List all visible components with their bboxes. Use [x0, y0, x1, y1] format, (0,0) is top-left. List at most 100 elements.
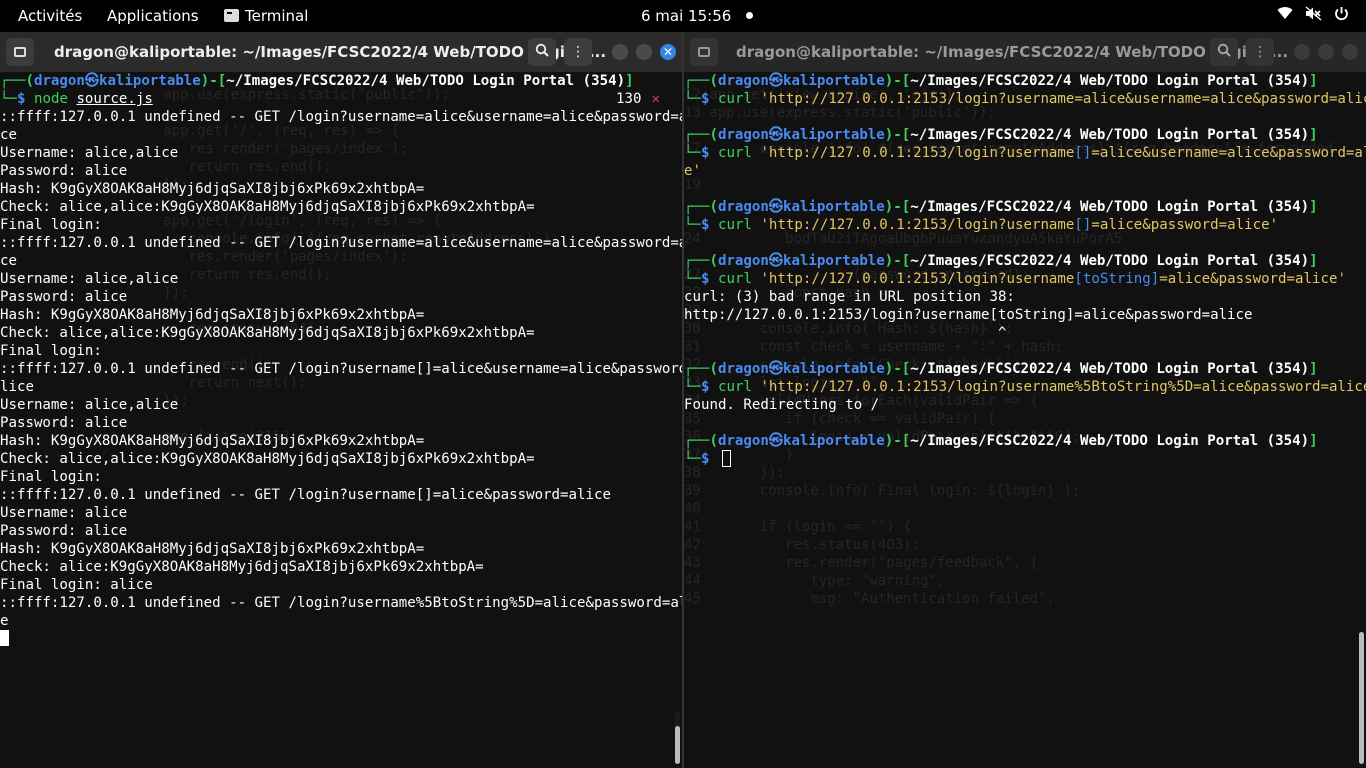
power-icon[interactable]: [1334, 6, 1349, 25]
input-line[interactable]: └─$: [684, 450, 1366, 468]
command-url-rest: =alice&password=alice': [1091, 217, 1279, 233]
terminal-app-icon: [224, 9, 239, 22]
command-line: └─$ curl 'http://127.0.0.1:2153/login?us…: [684, 271, 1346, 287]
log-line: Username: alice,alice: [0, 397, 179, 413]
new-tab-button[interactable]: [6, 38, 34, 66]
command-url: 'http://127.0.0.1:2153/login?username%5B…: [760, 379, 1366, 395]
command-arg: source.js: [76, 91, 153, 107]
log-line: Check: alice,alice:K9gGyX8OAK8aH8Myj6djq…: [0, 325, 535, 341]
volume-muted-icon[interactable]: [1305, 6, 1322, 25]
command-url-rest: =alice&password=alice': [1159, 271, 1346, 287]
kebab-menu-icon: ⋮: [1253, 44, 1267, 60]
log-line: Final login: alice: [0, 577, 153, 593]
minimize-button[interactable]: [1294, 44, 1310, 60]
log-line: Password: alice: [0, 289, 128, 305]
log-line: Password: alice: [0, 523, 128, 539]
input-line[interactable]: [0, 630, 682, 648]
log-line: Check: alice,alice:K9gGyX8OAK8aH8Myj6djq…: [0, 199, 535, 215]
prompt-line-2: └─$ node source.js 130 ✕: [0, 91, 661, 107]
window-title: dragon@kaliportable: ~/Images/FCSC2022/4…: [54, 43, 607, 61]
maximize-button[interactable]: [1318, 44, 1334, 60]
prompt-path: ~/Images/FCSC2022/4 Web/TODO Login Porta…: [910, 199, 1310, 215]
log-line: ::ffff:127.0.0.1 undefined -- GET /login…: [0, 595, 682, 611]
command-url: 'http://127.0.0.1:2153/login?username: [760, 145, 1075, 161]
exit-code: 130: [616, 91, 642, 107]
app-menu[interactable]: Terminal: [224, 7, 308, 25]
new-tab-icon: [698, 47, 710, 57]
new-tab-button[interactable]: [690, 38, 718, 66]
window-title: dragon@kaliportable: ~/Images/FCSC2022/4…: [736, 43, 1289, 61]
maximize-button[interactable]: [636, 44, 652, 60]
prompt-path: ~/Images/FCSC2022/4 Web/TODO Login Porta…: [910, 73, 1310, 89]
prompt-line-1: ┌──(dragon㉿kaliportable)-[~/Images/FCSC2…: [684, 433, 1318, 449]
server-log: ::ffff:127.0.0.1 undefined -- GET /login…: [0, 108, 682, 630]
terminal-window-left[interactable]: dragon@kaliportable: ~/Images/FCSC2022/4…: [0, 32, 682, 768]
activities-button[interactable]: Activités: [18, 7, 82, 25]
minimize-button[interactable]: [612, 44, 628, 60]
log-line: Password: alice: [0, 163, 128, 179]
prompt-line-1: ┌──(dragon㉿kaliportable)-[~/Images/FCSC2…: [684, 361, 1318, 377]
command-url: 'http://127.0.0.1:2153/login?username: [760, 217, 1075, 233]
prompt-path: ~/Images/FCSC2022/4 Web/TODO Login Porta…: [910, 127, 1310, 143]
log-line: Final login:: [0, 469, 102, 485]
log-line: Check: alice,alice:K9gGyX8OAK8aH8Myj6djq…: [0, 451, 535, 467]
command-output: curl: (3) bad range in URL position 38:: [684, 289, 1015, 305]
menu-button[interactable]: ⋮: [564, 38, 592, 66]
clock[interactable]: 6 mai 15:56: [641, 7, 731, 25]
command-output: Found. Redirecting to /: [684, 397, 880, 413]
applications-menu[interactable]: Applications: [107, 7, 199, 25]
terminal-output-right[interactable]: 12 app.set('view engine', 'ejs'); 13 app…: [684, 72, 1366, 768]
error-x-icon: ✕: [651, 91, 661, 107]
prompt-user-host: dragon㉿kaliportable: [717, 433, 885, 449]
cursor: [0, 630, 9, 646]
titlebar[interactable]: dragon@kaliportable: ~/Images/FCSC2022/4…: [684, 32, 1366, 72]
command-url-rest: =alice&username=alice&password=alic: [1091, 145, 1366, 161]
log-line: lice: [0, 379, 34, 395]
notification-dot: [746, 12, 753, 19]
log-line: ce: [0, 253, 17, 269]
command-url: 'http://127.0.0.1:2153/login?username: [760, 271, 1075, 287]
command-url: 'http://127.0.0.1:2153/login?username=al…: [760, 91, 1366, 107]
log-line: Hash: K9gGyX8OAK8aH8Myj6djqSaXI8jbj6xPk6…: [0, 541, 425, 557]
titlebar[interactable]: dragon@kaliportable: ~/Images/FCSC2022/4…: [0, 32, 682, 72]
command-output: ^: [684, 325, 1007, 341]
scrollbar[interactable]: [675, 712, 680, 764]
prompt-user-host: dragon㉿kaliportable: [717, 73, 885, 89]
log-line: ::ffff:127.0.0.1 undefined -- GET /login…: [0, 109, 682, 125]
url-bracket: [toString]: [1074, 271, 1160, 287]
close-button[interactable]: [1342, 44, 1358, 60]
search-icon: [535, 43, 549, 61]
close-button[interactable]: ✕: [660, 44, 676, 60]
log-line: e: [0, 613, 9, 629]
search-button[interactable]: [528, 38, 556, 66]
wifi-icon[interactable]: [1277, 6, 1293, 24]
prompt-line-1: ┌──(dragon㉿kaliportable)-[~/Images/FCSC2…: [684, 199, 1318, 215]
scrollbar-thumb[interactable]: [675, 726, 680, 764]
top-bar: Activités Applications Terminal 6 mai 15…: [0, 0, 1366, 32]
log-line: ce: [0, 127, 17, 143]
prompt-line-1: ┌──(dragon㉿kaliportable)-[~/Images/FCSC2…: [684, 127, 1318, 143]
prompt-user-host: dragon㉿kaliportable: [717, 361, 885, 377]
command-name: curl: [717, 271, 752, 287]
prompt-line-1: ┌──(dragon㉿kaliportable)-[~/Images/FCSC2…: [684, 253, 1318, 269]
search-icon: [1217, 43, 1231, 61]
terminal-output-left[interactable]: app.use(express.static("public")); app.g…: [0, 72, 682, 768]
search-button[interactable]: [1210, 38, 1238, 66]
log-line: Check: alice:K9gGyX8OAK8aH8Myj6djqSaXI8j…: [0, 559, 484, 575]
log-line: Hash: K9gGyX8OAK8aH8Myj6djqSaXI8jbj6xPk6…: [0, 433, 425, 449]
command-wrap: e': [684, 163, 701, 179]
scrollbar[interactable]: [1359, 632, 1364, 764]
menu-button[interactable]: ⋮: [1246, 38, 1274, 66]
scrollbar-thumb[interactable]: [1359, 632, 1364, 764]
command-name: node: [33, 91, 68, 107]
url-bracket: []: [1074, 145, 1092, 161]
log-line: Final login:: [0, 217, 102, 233]
log-line: Hash: K9gGyX8OAK8aH8Myj6djqSaXI8jbj6xPk6…: [0, 307, 425, 323]
prompt-line-1: ┌──(dragon㉿kaliportable)-[~/Images/FCSC2…: [684, 73, 1318, 89]
new-tab-icon: [14, 47, 26, 57]
terminal-window-right[interactable]: dragon@kaliportable: ~/Images/FCSC2022/4…: [684, 32, 1366, 768]
